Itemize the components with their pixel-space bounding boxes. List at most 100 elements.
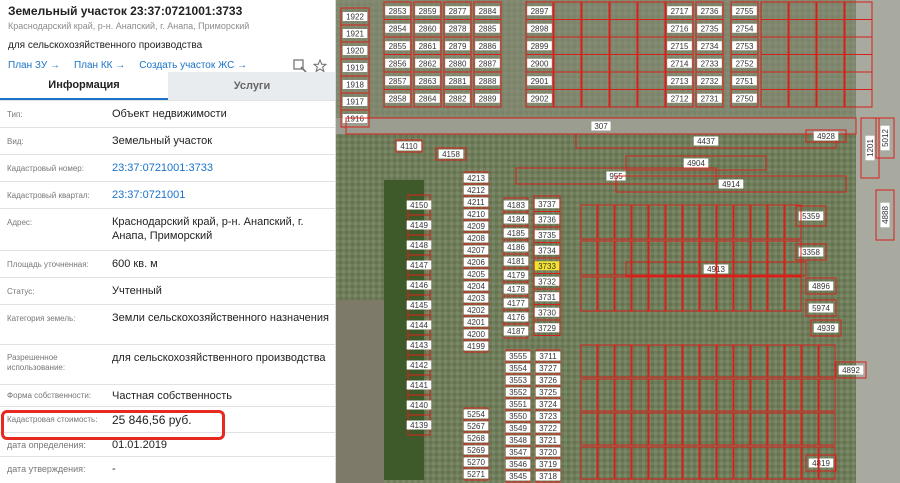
parcel-number: 1919 xyxy=(346,64,364,73)
parcel-number: 2714 xyxy=(671,59,689,68)
parcel[interactable]: 3722 xyxy=(535,421,561,435)
plan-kk-link[interactable]: План КК → xyxy=(74,60,125,71)
parcel[interactable]: 3718 xyxy=(535,469,561,483)
parcel-number: 4187 xyxy=(507,327,525,336)
measure-icon[interactable] xyxy=(293,58,307,73)
parcel-number: 2755 xyxy=(736,7,754,16)
parcel[interactable]: 4181 xyxy=(503,253,529,269)
parcel-number: 3732 xyxy=(538,277,556,286)
parcel[interactable]: 4179 xyxy=(503,267,529,283)
parcel[interactable]: 4177 xyxy=(503,295,529,311)
parcel-number: 3733 xyxy=(538,262,556,271)
parcel[interactable]: 3719 xyxy=(535,457,561,471)
parcel[interactable]: 3721 xyxy=(535,433,561,447)
parcel[interactable]: 3724 xyxy=(535,397,561,411)
info-row-ownership: Форма собственности: Частная собственнос… xyxy=(0,384,335,406)
parcel-number: 3358 xyxy=(802,248,820,257)
parcel-number: 3550 xyxy=(509,412,527,421)
parcel-number: 4888 xyxy=(881,206,890,224)
parcel-number: 4141 xyxy=(410,381,428,390)
parcel[interactable]: 4211 xyxy=(463,195,489,209)
parcel-number: 2862 xyxy=(419,59,437,68)
parcel[interactable]: 5268 xyxy=(463,431,489,445)
parcel[interactable]: 4183 xyxy=(503,197,529,213)
parcel[interactable]: 3723 xyxy=(535,409,561,423)
parcel-purpose: для сельскохозяйственного производства xyxy=(8,40,203,51)
parcel-number: 2881 xyxy=(449,77,467,86)
parcel[interactable]: 4206 xyxy=(463,255,489,269)
parcel[interactable]: 4201 xyxy=(463,315,489,329)
parcel-number: 2900 xyxy=(531,59,549,68)
parcel-number: 4914 xyxy=(722,180,740,189)
parcel[interactable]: 4178 xyxy=(503,281,529,297)
parcel[interactable]: 4110 xyxy=(395,139,423,153)
parcel-number: 4185 xyxy=(507,229,525,238)
parcel[interactable]: 4207 xyxy=(463,243,489,257)
parcel[interactable]: 3555 xyxy=(505,349,531,363)
plan-zu-link[interactable]: План ЗУ → xyxy=(8,60,60,71)
panel-header: Земельный участок 23:37:0721001:3733 Кра… xyxy=(0,0,335,73)
parcel-title: Земельный участок 23:37:0721001:3733 xyxy=(8,4,243,18)
parcel[interactable]: 4185 xyxy=(503,225,529,241)
parcel[interactable]: 3545 xyxy=(505,469,531,483)
parcel[interactable]: 4186 xyxy=(503,239,529,255)
parcel[interactable]: 3551 xyxy=(505,397,531,411)
parcel-number: 2734 xyxy=(701,42,719,51)
parcel[interactable]: 5267 xyxy=(463,419,489,433)
parcel-number: 5359 xyxy=(802,212,820,221)
parcel-number: 4179 xyxy=(507,271,525,280)
parcel-number: 2882 xyxy=(449,94,467,103)
parcel[interactable]: 4204 xyxy=(463,279,489,293)
parcel[interactable]: 5254 xyxy=(463,407,489,421)
create-parcel-link[interactable]: Создать участок ЖС → xyxy=(139,60,247,71)
parcel[interactable]: 4213 xyxy=(463,171,489,185)
parcel[interactable]: 4202 xyxy=(463,303,489,317)
parcel[interactable]: 5271 xyxy=(463,467,489,481)
parcel-number: 5271 xyxy=(467,470,485,479)
parcel[interactable]: 3548 xyxy=(505,433,531,447)
parcel-number: 1921 xyxy=(346,30,364,39)
parcel[interactable]: 3725 xyxy=(535,385,561,399)
parcel[interactable]: 4199 xyxy=(463,339,489,353)
info-row-type: Тип: Объект недвижимости xyxy=(0,100,335,127)
parcel[interactable]: 4205 xyxy=(463,267,489,281)
parcel[interactable]: 4184 xyxy=(503,211,529,227)
cadastral-number-link[interactable]: 23:37:0721001:3733 xyxy=(112,161,335,175)
parcel-number: 4204 xyxy=(467,282,485,291)
parcel-number: 5267 xyxy=(467,422,485,431)
parcel[interactable]: 4176 xyxy=(503,309,529,325)
parcel[interactable]: 4203 xyxy=(463,291,489,305)
parcel[interactable]: 3550 xyxy=(505,409,531,423)
parcel[interactable]: 3546 xyxy=(505,457,531,471)
parcel[interactable]: 3549 xyxy=(505,421,531,435)
parcel[interactable]: 3547 xyxy=(505,445,531,459)
parcel[interactable]: 4187 xyxy=(503,323,529,339)
parcel[interactable]: 3726 xyxy=(535,373,561,387)
cadastral-quarter-link[interactable]: 23:37:0721001 xyxy=(112,188,335,202)
parcel-number: 4150 xyxy=(410,201,428,210)
map-canvas[interactable]: 1922 1921 1920 1919 1918 1917 1916 2853 2854 2855… xyxy=(336,0,900,483)
parcel[interactable]: 3727 xyxy=(535,361,561,375)
parcel[interactable]: 3553 xyxy=(505,373,531,387)
cadastral-map[interactable]: 1922 1921 1920 1919 1918 1917 1916 2853 2854 2855… xyxy=(336,0,900,483)
parcel[interactable]: 3554 xyxy=(505,361,531,375)
parcel[interactable]: 4210 xyxy=(463,207,489,221)
parcel[interactable]: 4209 xyxy=(463,219,489,233)
info-row-cadastral-quarter: Кадастровый квартал: 23:37:0721001 xyxy=(0,181,335,208)
info-row-status: Статус: Учтенный xyxy=(0,277,335,304)
tab-services[interactable]: Услуги xyxy=(168,72,335,100)
parcel[interactable]: 4208 xyxy=(463,231,489,245)
parcel-number: 2884 xyxy=(479,7,497,16)
parcel[interactable]: 3711 xyxy=(535,349,561,363)
parcel[interactable]: 5270 xyxy=(463,455,489,469)
tab-info[interactable]: Информация xyxy=(0,72,168,100)
parcel[interactable]: 3720 xyxy=(535,445,561,459)
parcel-number: 4904 xyxy=(687,159,705,168)
parcel-number: 2877 xyxy=(449,7,467,16)
parcel[interactable]: 4158 xyxy=(435,147,467,161)
parcel[interactable]: 3552 xyxy=(505,385,531,399)
parcel[interactable]: 4200 xyxy=(463,327,489,341)
parcel[interactable]: 4212 xyxy=(463,183,489,197)
parcel[interactable]: 5269 xyxy=(463,443,489,457)
star-icon[interactable] xyxy=(313,58,327,73)
